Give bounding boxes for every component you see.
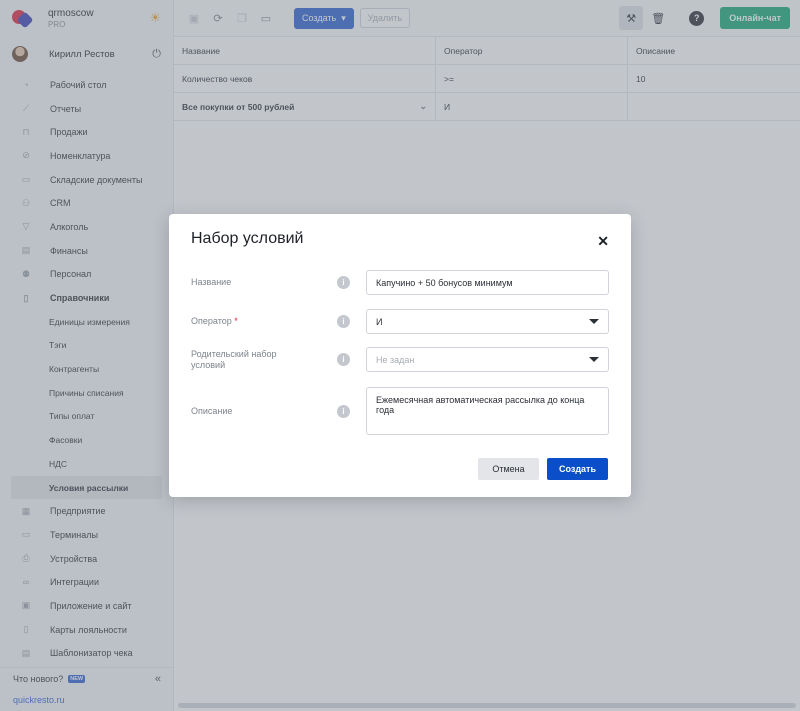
field-label: Оператор * xyxy=(191,316,336,327)
info-icon[interactable]: i xyxy=(337,276,350,289)
info-icon[interactable]: i xyxy=(337,404,350,418)
field-name-row: Название i Капучино + 50 бонусов минимум xyxy=(191,270,609,295)
field-label: Родительский набор условий xyxy=(191,348,277,370)
description-textarea[interactable]: Ежемесячная автоматическая рассылка до к… xyxy=(366,387,609,435)
operator-select[interactable]: И xyxy=(366,309,609,334)
required-marker: * xyxy=(234,316,238,326)
field-label: Название xyxy=(191,277,232,287)
field-label: Описание xyxy=(191,405,233,416)
field-description-row: Описание i Ежемесячная автоматическая ра… xyxy=(191,387,609,435)
info-icon[interactable]: i xyxy=(337,353,350,366)
parent-set-select[interactable]: Не задан xyxy=(366,347,609,372)
field-label-text: Оператор xyxy=(191,316,232,326)
create-submit-button[interactable]: Создать xyxy=(547,458,608,480)
caret-down-icon xyxy=(589,357,599,362)
caret-down-icon xyxy=(589,319,599,324)
field-parent-row: Родительский набор условий i Не задан xyxy=(191,347,609,372)
name-input[interactable]: Капучино + 50 бонусов минимум xyxy=(366,270,609,295)
dialog-title: Набор условий xyxy=(191,230,304,247)
cancel-button[interactable]: Отмена xyxy=(478,458,539,480)
operator-select-value: И xyxy=(376,316,383,327)
condition-set-dialog: Набор условий ✕ Название i Капучино + 50… xyxy=(169,214,631,497)
info-icon[interactable]: i xyxy=(337,315,350,328)
parent-set-placeholder: Не задан xyxy=(376,354,415,365)
field-operator-row: Оператор * i И xyxy=(191,309,609,334)
name-input-value: Капучино + 50 бонусов минимум xyxy=(376,277,513,288)
close-icon[interactable]: ✕ xyxy=(597,234,609,248)
